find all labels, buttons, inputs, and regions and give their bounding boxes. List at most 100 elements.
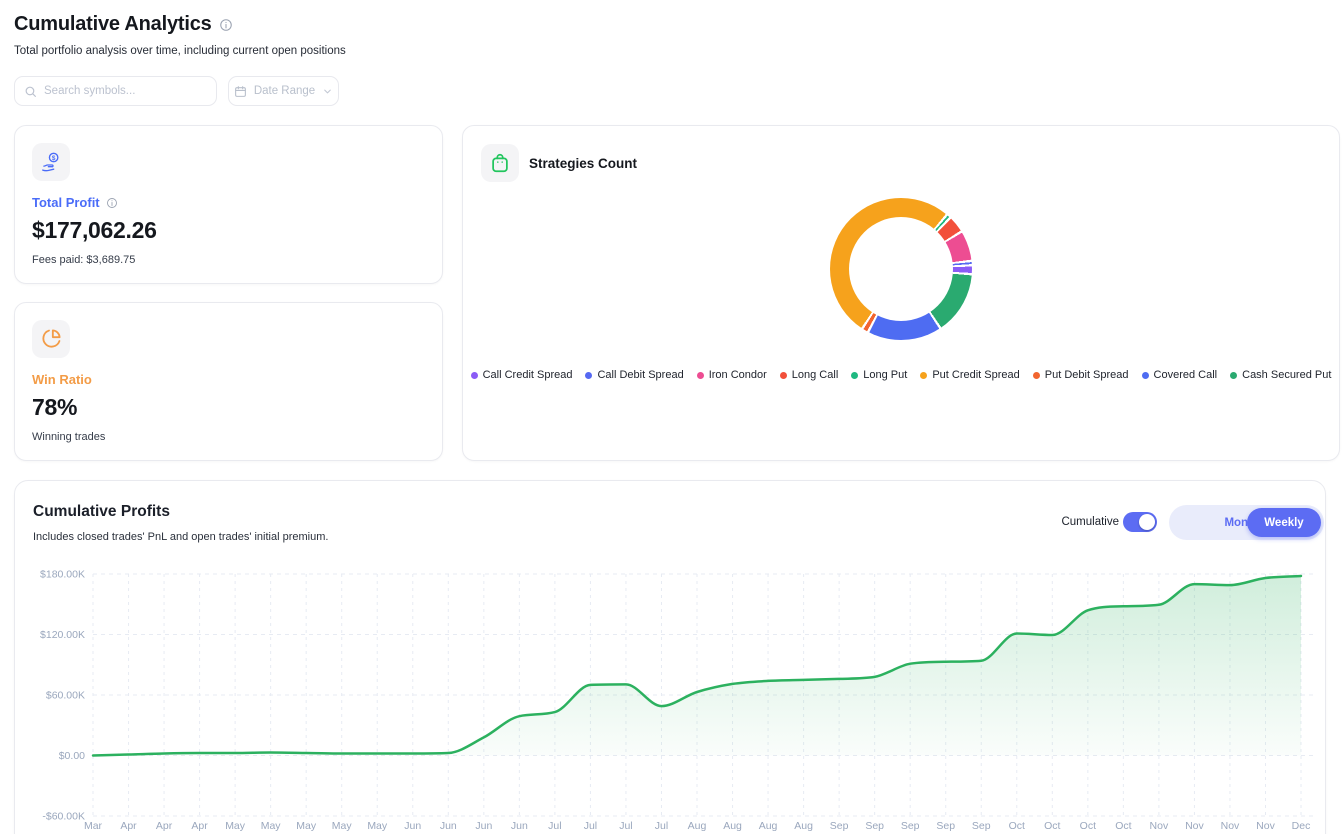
search-box[interactable] (14, 76, 217, 106)
cumulative-profits-card: Cumulative Profits Includes closed trade… (14, 480, 1326, 834)
svg-text:Jul: Jul (619, 820, 632, 832)
svg-text:$: $ (52, 155, 56, 162)
svg-text:Aug: Aug (723, 820, 742, 832)
svg-text:Aug: Aug (759, 820, 778, 832)
page-title: Cumulative Analytics (14, 13, 233, 36)
svg-text:Jun: Jun (440, 820, 457, 832)
legend-item[interactable]: Cash Secured Put (1230, 369, 1331, 381)
strategies-icon-tile (481, 144, 519, 182)
svg-text:Sep: Sep (936, 820, 955, 832)
legend-label: Call Credit Spread (483, 369, 573, 381)
cumulative-toggle-label: Cumulative (1035, 516, 1119, 528)
svg-text:Oct: Oct (1080, 820, 1096, 832)
legend-item[interactable]: Put Debit Spread (1033, 369, 1129, 381)
info-icon[interactable] (219, 18, 233, 32)
legend-item[interactable]: Long Put (851, 369, 907, 381)
legend-label: Long Put (863, 369, 907, 381)
legend-item[interactable]: Call Debit Spread (585, 369, 683, 381)
weekly-button[interactable]: Weekly (1247, 508, 1321, 537)
cumulative-profits-chart[interactable]: $180.00K$120.00K$60.00K$0.00-$60.00KMarA… (15, 561, 1327, 834)
strategies-donut[interactable] (830, 198, 972, 340)
svg-text:May: May (332, 820, 353, 832)
svg-text:May: May (225, 820, 246, 832)
legend-label: Call Debit Spread (597, 369, 683, 381)
total-profit-label-text: Total Profit (32, 195, 100, 210)
legend-dot (585, 372, 592, 379)
legend-dot (851, 372, 858, 379)
total-profit-card: $ Total Profit $177,062.26 Fees paid: $3… (14, 125, 443, 284)
svg-text:Sep: Sep (830, 820, 849, 832)
win-ratio-value: 78% (32, 394, 77, 421)
svg-text:Nov: Nov (1150, 820, 1169, 832)
legend-dot (1142, 372, 1149, 379)
svg-text:Nov: Nov (1256, 820, 1275, 832)
legend-item[interactable]: Iron Condor (697, 369, 767, 381)
period-segmented-control: Monthly Weekly (1169, 505, 1324, 540)
win-ratio-subtext: Winning trades (32, 431, 105, 443)
svg-text:Dec: Dec (1292, 820, 1311, 832)
legend-label: Iron Condor (709, 369, 767, 381)
x-axis-labels: MarAprAprAprMayMayMayMayMayJunJunJunJunJ… (84, 820, 1310, 832)
cumulative-toggle[interactable] (1123, 512, 1157, 532)
win-ratio-icon-tile (32, 320, 70, 358)
strategies-legend: Call Credit Spread Call Debit Spread Iron … (463, 369, 1339, 381)
legend-dot (697, 372, 704, 379)
svg-text:Mar: Mar (84, 820, 103, 832)
svg-text:Jul: Jul (584, 820, 597, 832)
svg-text:Sep: Sep (972, 820, 991, 832)
svg-text:$120.00K: $120.00K (40, 629, 85, 641)
svg-text:$60.00K: $60.00K (46, 690, 85, 702)
svg-text:Oct: Oct (1044, 820, 1060, 832)
svg-text:Apr: Apr (156, 820, 173, 832)
search-icon (24, 85, 37, 98)
legend-dot (920, 372, 927, 379)
win-ratio-label: Win Ratio (32, 372, 92, 387)
strategies-card: Strategies Count Call Credit SpreadCall … (462, 125, 1340, 461)
svg-text:Jul: Jul (655, 820, 668, 832)
strategies-donut-ring[interactable] (830, 198, 972, 340)
svg-text:Jun: Jun (475, 820, 492, 832)
svg-text:Jun: Jun (404, 820, 421, 832)
svg-text:-$60.00K: -$60.00K (42, 810, 85, 822)
toggle-knob (1139, 514, 1155, 530)
svg-text:Oct: Oct (1115, 820, 1131, 832)
legend-label: Covered Call (1154, 369, 1218, 381)
legend-item[interactable]: Covered Call (1142, 369, 1218, 381)
legend-dot (1033, 372, 1040, 379)
svg-text:$0.00: $0.00 (59, 750, 85, 762)
info-icon[interactable] (106, 197, 118, 209)
profits-subtitle: Includes closed trades' PnL and open tra… (33, 531, 328, 543)
legend-item[interactable]: Long Call (780, 369, 838, 381)
svg-text:May: May (261, 820, 282, 832)
legend-dot (1230, 372, 1237, 379)
legend-item[interactable]: Put Credit Spread (920, 369, 1019, 381)
page-subtitle: Total portfolio analysis over time, incl… (14, 45, 346, 57)
hand-coin-icon: $ (39, 150, 63, 174)
date-range-button[interactable]: Date Range (228, 76, 339, 106)
svg-text:Oct: Oct (1009, 820, 1025, 832)
svg-text:May: May (367, 820, 388, 832)
chevron-down-icon (322, 86, 333, 97)
shopping-bag-icon (489, 152, 511, 174)
svg-text:Aug: Aug (688, 820, 707, 832)
search-input[interactable] (44, 85, 207, 97)
svg-text:Apr: Apr (191, 820, 208, 832)
svg-text:Jul: Jul (548, 820, 561, 832)
svg-text:Sep: Sep (865, 820, 884, 832)
svg-text:Sep: Sep (901, 820, 920, 832)
legend-label: Put Debit Spread (1045, 369, 1129, 381)
legend-dot (780, 372, 787, 379)
total-profit-label: Total Profit (32, 195, 118, 210)
total-profit-icon-tile: $ (32, 143, 70, 181)
svg-text:Aug: Aug (794, 820, 813, 832)
calendar-icon (234, 85, 247, 98)
y-axis-labels: $180.00K$120.00K$60.00K$0.00-$60.00K (40, 569, 85, 823)
date-range-label: Date Range (254, 85, 315, 97)
svg-text:Apr: Apr (120, 820, 137, 832)
legend-label: Long Call (792, 369, 838, 381)
profits-title: Cumulative Profits (33, 503, 170, 521)
legend-label: Put Credit Spread (932, 369, 1019, 381)
strategies-header: Strategies Count (481, 144, 637, 182)
svg-text:Nov: Nov (1221, 820, 1240, 832)
legend-item[interactable]: Call Credit Spread (471, 369, 573, 381)
